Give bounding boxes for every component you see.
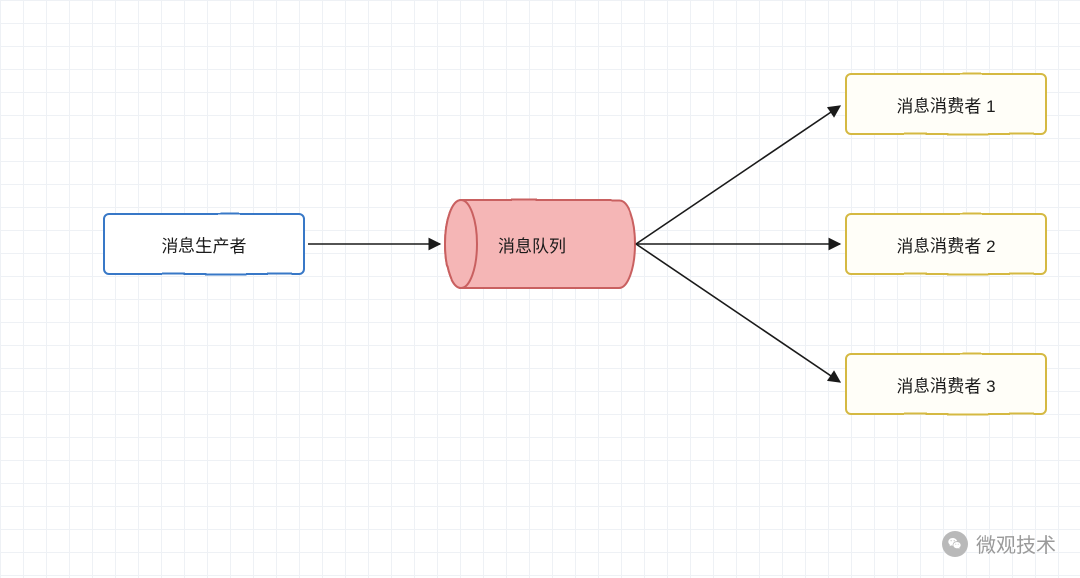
watermark: 微观技术 [942, 529, 1056, 558]
consumer-1-label: 消息消费者 1 [896, 92, 995, 117]
consumer-node-3: 消息消费者 3 [845, 353, 1047, 415]
watermark-text: 微观技术 [976, 529, 1056, 558]
producer-node: 消息生产者 [103, 213, 305, 275]
wechat-icon [942, 531, 968, 557]
producer-label: 消息生产者 [162, 232, 247, 257]
consumer-2-label: 消息消费者 2 [896, 232, 995, 257]
edge-queue-consumer3 [636, 244, 840, 382]
consumer-3-label: 消息消费者 3 [896, 372, 995, 397]
queue-node: 消息队列 [443, 198, 621, 290]
edge-queue-consumer1 [636, 106, 840, 244]
queue-label: 消息队列 [498, 232, 566, 257]
consumer-node-2: 消息消费者 2 [845, 213, 1047, 275]
consumer-node-1: 消息消费者 1 [845, 73, 1047, 135]
